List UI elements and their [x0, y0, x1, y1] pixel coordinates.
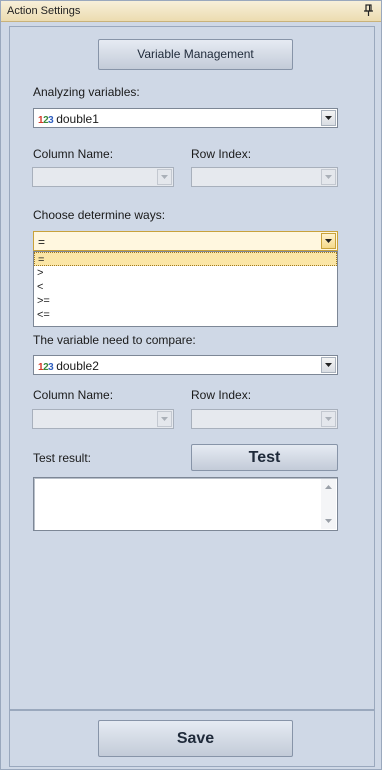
scroll-up-icon[interactable] — [325, 485, 332, 489]
action-settings-panel: Action Settings Variable Management Anal… — [0, 0, 382, 770]
compare-row-index-label: Row Index: — [191, 388, 252, 402]
variable-management-button[interactable]: Variable Management — [98, 39, 293, 70]
chevron-down-icon[interactable] — [321, 233, 336, 249]
save-button[interactable]: Save — [98, 720, 293, 757]
compare-variable-value: double2 — [56, 359, 99, 373]
chevron-down-icon[interactable] — [321, 110, 336, 126]
chevron-down-icon[interactable] — [157, 411, 172, 427]
analyzing-row-index-select[interactable] — [191, 167, 338, 187]
textarea-scrollbar[interactable] — [321, 479, 336, 529]
determine-ways-select[interactable]: = — [33, 231, 338, 251]
scroll-down-icon[interactable] — [325, 519, 332, 523]
chevron-down-icon[interactable] — [321, 169, 336, 185]
compare-row-index-select[interactable] — [191, 409, 338, 429]
analyzing-column-name-select[interactable] — [32, 167, 174, 187]
numeric-type-icon: 123 — [38, 115, 54, 126]
chevron-down-icon[interactable] — [321, 411, 336, 427]
test-button[interactable]: Test — [191, 444, 338, 471]
compare-column-name-label: Column Name: — [33, 388, 114, 402]
determine-ways-value: = — [38, 235, 46, 249]
compare-variable-select[interactable]: 123 double2 — [33, 355, 338, 375]
analyzing-column-name-label: Column Name: — [33, 147, 114, 161]
test-result-label: Test result: — [33, 451, 92, 465]
dropdown-option-less-equal[interactable]: <= — [34, 308, 337, 322]
chevron-down-icon[interactable] — [321, 357, 336, 373]
chevron-down-icon[interactable] — [157, 169, 172, 185]
pin-icon[interactable] — [363, 4, 375, 17]
determine-ways-dropdown-list: = > < >= <= — [33, 251, 338, 327]
analyzing-row-index-label: Row Index: — [191, 147, 252, 161]
title-bar: Action Settings — [1, 1, 381, 22]
analyzing-variable-select[interactable]: 123 double1 — [33, 108, 338, 128]
window-title: Action Settings — [7, 5, 81, 17]
compare-column-name-select[interactable] — [32, 409, 174, 429]
test-result-textarea[interactable] — [33, 477, 338, 531]
analyzing-variable-value: double1 — [56, 112, 99, 126]
dropdown-option-less[interactable]: < — [34, 280, 337, 294]
determine-ways-label: Choose determine ways: — [33, 208, 166, 222]
compare-variable-label: The variable need to compare: — [33, 333, 196, 347]
dropdown-option-equal[interactable]: = — [34, 252, 337, 266]
dropdown-option-greater-equal[interactable]: >= — [34, 294, 337, 308]
analyzing-variables-label: Analyzing variables: — [33, 85, 140, 99]
dropdown-option-greater[interactable]: > — [34, 266, 337, 280]
numeric-type-icon: 123 — [38, 362, 54, 373]
